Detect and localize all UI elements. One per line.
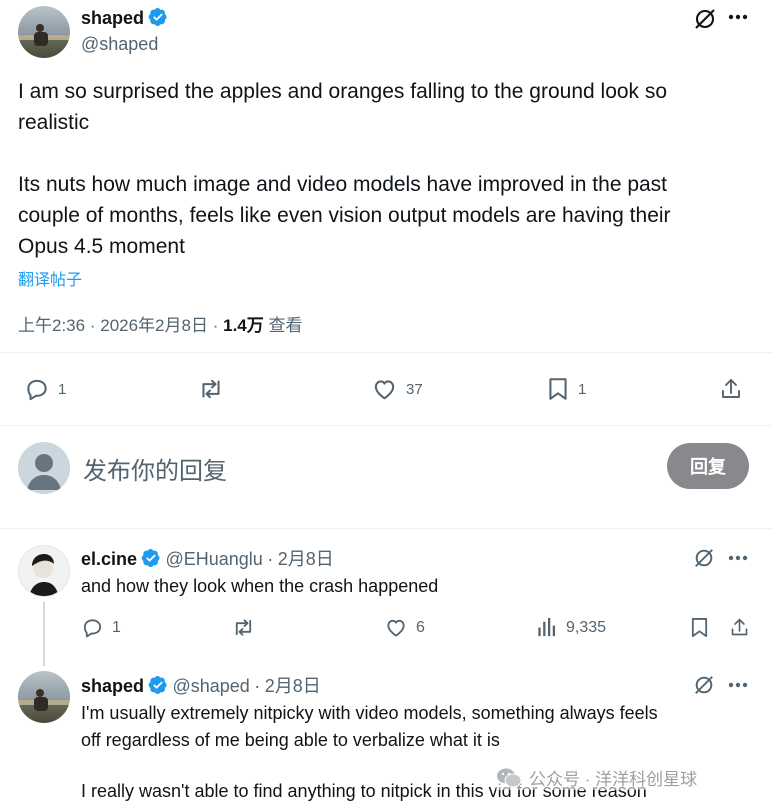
reply-action[interactable]: 1: [24, 376, 66, 402]
reply-header: shaped @shaped · 2月8日: [81, 672, 321, 698]
watermark-text: 公众号 · 洋洋科创星球: [529, 770, 698, 789]
retweet-icon: [235, 619, 252, 636]
reply-input[interactable]: 发布你的回复: [83, 451, 227, 486]
retweet-action[interactable]: [231, 616, 256, 639]
translate-post-link[interactable]: 翻译帖子: [18, 266, 82, 290]
wechat-icon: [497, 768, 522, 787]
meta-separator: ·: [212, 316, 219, 335]
reply-text: and how they look when the crash happene…: [81, 576, 439, 596]
reply-icon: [83, 619, 102, 638]
main-tweet-display-name[interactable]: shaped: [81, 8, 144, 28]
meta-separator: ·: [267, 549, 274, 569]
views-label: 查看: [268, 316, 303, 335]
reply-date[interactable]: 2月8日: [265, 676, 321, 696]
tweet-text-line: realistic: [18, 111, 90, 134]
reply-header: el.cine @EHuanglu · 2月8日: [81, 545, 334, 571]
reply-display-name[interactable]: el.cine: [81, 549, 137, 569]
reply-handle[interactable]: @EHuanglu: [165, 549, 262, 569]
tweet-time[interactable]: 上午2:36: [18, 316, 85, 335]
bookmark-icon: [691, 618, 708, 637]
reply-icon: [27, 379, 47, 401]
views-count: 9,335: [566, 618, 607, 636]
bookmark-action[interactable]: 1: [546, 376, 586, 402]
share-icon: [722, 379, 740, 398]
heart-icon: [387, 619, 405, 637]
reply-display-name[interactable]: shaped: [81, 676, 144, 696]
reply-count: 1: [112, 618, 121, 636]
reply-button[interactable]: 回复: [667, 443, 749, 489]
tweet-text-line: I am so surprised the apples and oranges…: [18, 80, 668, 103]
retweet-icon: [202, 379, 220, 399]
main-tweet-text: I am so surprised the apples and oranges…: [18, 76, 758, 262]
grok-icon[interactable]: [693, 674, 715, 696]
verified-badge-icon: [148, 676, 167, 694]
share-action[interactable]: [729, 616, 750, 639]
reply-avatar-elcine[interactable]: [18, 545, 70, 597]
tweet-text-line: couple of months, feels like even vision…: [18, 204, 671, 227]
tweet-date[interactable]: 2026年2月8日: [100, 316, 208, 335]
reply-action[interactable]: 1: [81, 616, 121, 639]
grok-icon[interactable]: [693, 7, 717, 31]
analytics-icon: [538, 617, 556, 637]
grok-icon[interactable]: [693, 547, 715, 569]
tweet-meta: 上午2:36 · 2026年2月8日 · 1.4万 查看: [18, 311, 302, 336]
thread-line: [43, 602, 45, 666]
like-action[interactable]: 6: [384, 616, 425, 639]
views-count: 1.4万: [223, 316, 264, 335]
watermark: 公众号 · 洋洋科创星球: [496, 765, 698, 790]
meta-separator: ·: [254, 676, 261, 696]
current-user-avatar[interactable]: [18, 442, 70, 494]
reply-text-line: off regardless of me being able to verba…: [81, 730, 500, 750]
heart-icon: [374, 380, 395, 400]
bookmark-action[interactable]: [689, 616, 710, 639]
bookmark-icon: [549, 378, 567, 400]
reply-handle[interactable]: @shaped: [172, 676, 249, 696]
like-count: 37: [406, 380, 423, 398]
main-tweet-handle[interactable]: @shaped: [81, 34, 158, 55]
bookmark-count: 1: [578, 380, 587, 398]
like-count: 6: [416, 618, 425, 636]
retweet-action[interactable]: [197, 376, 233, 402]
reply-count: 1: [58, 380, 67, 398]
views-action[interactable]: 9,335: [536, 616, 606, 639]
more-options-icon[interactable]: [728, 555, 748, 561]
more-options-icon[interactable]: [728, 14, 748, 20]
verified-badge-icon: [141, 549, 160, 567]
reply-date[interactable]: 2月8日: [278, 549, 334, 569]
tweet-text-line: Its nuts how much image and video models…: [18, 173, 668, 196]
main-tweet-avatar[interactable]: [18, 6, 70, 58]
more-options-icon[interactable]: [728, 682, 748, 688]
reply-avatar-shaped[interactable]: [18, 671, 70, 723]
verified-badge-icon: [148, 8, 167, 26]
meta-separator: ·: [89, 316, 96, 335]
like-action[interactable]: 37: [371, 376, 423, 402]
main-tweet-name-row: shaped: [81, 7, 168, 29]
reply-text-line: I'm usually extremely nitpicky with vide…: [81, 703, 658, 723]
share-icon: [731, 618, 748, 636]
tweet-text-line: Opus 4.5 moment: [18, 235, 185, 258]
share-action[interactable]: [719, 376, 743, 402]
